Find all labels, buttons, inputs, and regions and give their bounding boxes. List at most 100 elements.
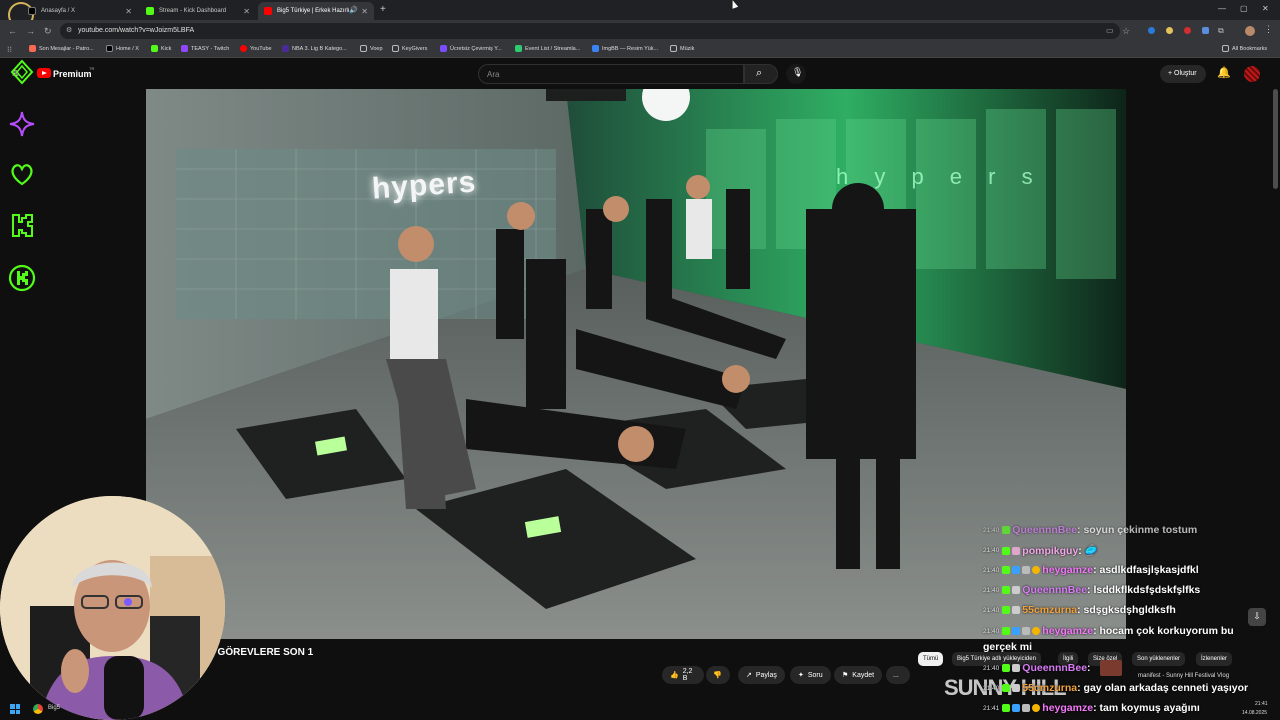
share-button[interactable]: ↗ Paylaş bbox=[738, 666, 785, 684]
neon-kick-logo-icon bbox=[8, 212, 36, 240]
close-window-button[interactable]: ✕ bbox=[1262, 4, 1269, 13]
bookmark-star-icon[interactable]: ☆ bbox=[1122, 26, 1130, 37]
tab-title: Big5 Türkiye | Erkek Hazırlı bbox=[277, 8, 350, 14]
taskbar-date: 14.08.2025 bbox=[1242, 710, 1268, 716]
video-player[interactable]: h y p e r s hypers bbox=[146, 89, 1126, 639]
chat-message: 21:40 QueennnBee : bbox=[983, 662, 1091, 674]
dislike-button[interactable]: 👎 bbox=[706, 666, 730, 684]
scrollbar[interactable] bbox=[1273, 89, 1278, 189]
tab-youtube-active[interactable]: Big5 Türkiye | Erkek Hazırlı 🔊 ✕ bbox=[258, 2, 374, 20]
profile-avatar-icon[interactable] bbox=[1245, 26, 1255, 36]
forward-icon[interactable]: → bbox=[26, 26, 35, 36]
maximize-window-button[interactable]: ▢ bbox=[1240, 4, 1248, 13]
neon-sparkle-icon bbox=[8, 110, 36, 138]
chat-text: : bbox=[1087, 662, 1091, 674]
chrome-taskbar-icon[interactable] bbox=[33, 704, 43, 714]
close-tab-icon[interactable]: ✕ bbox=[125, 7, 132, 16]
chat-text: : tam koymuş ayağını bbox=[1093, 702, 1200, 714]
subscriber-badge-icon bbox=[1012, 664, 1021, 672]
taskbar-clock: 21:41 bbox=[1255, 701, 1268, 707]
vip-badge-icon bbox=[1012, 566, 1021, 574]
cast-icon[interactable]: ▭ bbox=[1106, 26, 1114, 35]
account-avatar[interactable] bbox=[1244, 66, 1260, 82]
vip-badge-icon bbox=[1012, 627, 1021, 635]
minimize-window-button[interactable]: — bbox=[1218, 4, 1226, 13]
bookmark-item[interactable]: Ücretsiz Çevirmiş Y... bbox=[440, 45, 502, 52]
taskbar-app-label[interactable]: Big5 bbox=[48, 705, 60, 711]
new-tab-button[interactable]: + bbox=[380, 4, 386, 15]
bookmark-item[interactable]: Kick bbox=[151, 45, 171, 52]
chat-username: 55cmzurna bbox=[1022, 604, 1078, 616]
tab-kick-dashboard[interactable]: Stream - Kick Dashboard ✕ bbox=[140, 2, 256, 20]
youtube-logo-icon[interactable] bbox=[37, 68, 51, 78]
search-input[interactable]: Ara bbox=[478, 64, 744, 84]
bookmark-item[interactable]: Event List / Streamla... bbox=[515, 45, 580, 52]
windows-start-icon[interactable] bbox=[10, 704, 20, 714]
video-title: . GÖREVLERE SON 1 bbox=[212, 647, 314, 658]
neon-heart-icon bbox=[8, 160, 36, 188]
sparkle-icon: ✦ bbox=[798, 672, 804, 679]
save-button[interactable]: ⚑ Kaydet bbox=[834, 666, 883, 684]
reload-icon[interactable]: ↻ bbox=[44, 26, 52, 37]
thumbs-up-icon: 👍 bbox=[670, 672, 679, 679]
bookmark-favicon-icon bbox=[515, 45, 522, 52]
apps-grid-icon[interactable]: ⁝⁝ bbox=[7, 45, 12, 54]
bookmark-item[interactable]: NBA 3. Lig B Katego... bbox=[282, 45, 347, 52]
bookmark-item[interactable]: Home / X bbox=[106, 45, 139, 52]
like-button[interactable]: 👍 2,2 B bbox=[662, 666, 704, 684]
extension-icon[interactable] bbox=[1166, 27, 1173, 34]
notifications-bell-icon[interactable]: 🔔 bbox=[1217, 66, 1231, 79]
kick-badge-icon bbox=[1002, 526, 1011, 534]
extension-icon[interactable] bbox=[1148, 27, 1155, 34]
tab-x[interactable]: Anasayfa / X ✕ bbox=[22, 2, 138, 20]
wall-sign-text: hypers bbox=[370, 165, 478, 206]
chat-username: heygamze bbox=[1042, 702, 1094, 714]
tab-title: Anasayfa / X bbox=[41, 8, 76, 14]
bookmark-item[interactable]: KeyGivers bbox=[392, 45, 427, 52]
chat-message: 21:40 pompikguy : 🥏 bbox=[983, 544, 1098, 558]
voice-search-button[interactable]: 🎙 bbox=[786, 64, 806, 84]
chat-message: 21:40 55cmzurna : gay olan arkadaş cenne… bbox=[983, 682, 1249, 694]
close-tab-icon[interactable]: ✕ bbox=[361, 7, 368, 16]
chat-message: 21:40 QueennnBee : lsddkflkdsfşdskfşlfks bbox=[983, 584, 1201, 596]
bookmark-favicon-icon bbox=[151, 45, 158, 52]
bookmark-item[interactable]: TEASY - Twitch bbox=[181, 45, 229, 52]
bookmark-item[interactable]: Voep bbox=[360, 45, 383, 52]
create-button[interactable]: + Oluştur bbox=[1160, 65, 1206, 83]
browser-tab-strip: Anasayfa / X ✕ Stream - Kick Dashboard ✕… bbox=[0, 0, 1280, 28]
address-bar[interactable]: ⚙ youtube.com/watch?v=wJoizm5LBFA bbox=[60, 23, 1120, 39]
tab-title: Stream - Kick Dashboard bbox=[159, 8, 227, 14]
youtube-premium-logo[interactable]: Premium bbox=[53, 69, 92, 79]
bookmark-item[interactable]: Müzik bbox=[670, 45, 694, 52]
browser-menu-icon[interactable]: ⋮ bbox=[1264, 24, 1273, 35]
extension-icon[interactable] bbox=[1202, 27, 1209, 34]
back-icon[interactable]: ← bbox=[8, 26, 17, 36]
bookmark-item[interactable]: Son Mesajlar - Patro... bbox=[29, 45, 94, 52]
audio-playing-icon[interactable]: 🔊 bbox=[349, 6, 358, 14]
kick-badge-icon bbox=[1002, 664, 1011, 672]
extension-icon[interactable] bbox=[1184, 27, 1191, 34]
bookmark-favicon-icon bbox=[181, 45, 188, 52]
search-button[interactable]: ⌕ bbox=[744, 64, 778, 84]
chat-text: : gay olan arkadaş cenneti yaşıyor bbox=[1077, 682, 1249, 694]
more-actions-button[interactable]: ... bbox=[886, 666, 910, 684]
sword-badge-icon bbox=[1022, 566, 1031, 574]
search-icon: ⌕ bbox=[756, 67, 763, 79]
mouse-cursor-icon bbox=[729, 0, 739, 9]
chat-text: : hocam çok korkuyorum bu bbox=[1093, 625, 1234, 637]
chat-username: pompikguy bbox=[1022, 544, 1079, 557]
bookmark-item[interactable]: YouTube bbox=[240, 45, 272, 52]
chat-text: : soyun çekinme tostum bbox=[1077, 524, 1198, 536]
bookmark-item[interactable]: ImgBB — Resim Yük... bbox=[592, 45, 658, 52]
chip-all[interactable]: Tümü bbox=[918, 652, 944, 666]
all-bookmarks[interactable]: All Bookmarks bbox=[1222, 45, 1267, 52]
ask-button[interactable]: ✦ Soru bbox=[790, 666, 831, 684]
close-tab-icon[interactable]: ✕ bbox=[243, 7, 250, 16]
microphone-icon: 🎙 bbox=[792, 67, 804, 77]
kick-badge-icon bbox=[1002, 566, 1011, 574]
site-info-icon[interactable]: ⚙ bbox=[66, 26, 72, 34]
extensions-puzzle-icon[interactable]: ⧉ bbox=[1218, 26, 1224, 36]
folder-icon bbox=[360, 45, 367, 52]
folder-icon bbox=[392, 45, 399, 52]
bookmark-favicon-icon bbox=[29, 45, 36, 52]
